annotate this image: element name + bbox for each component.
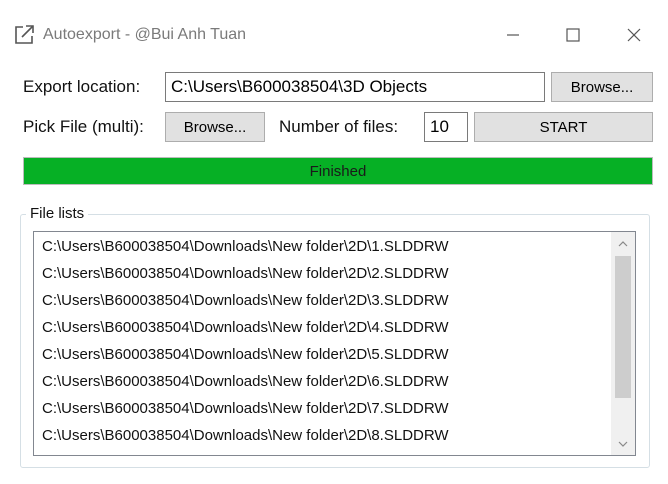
number-of-files-field[interactable]: 10 <box>424 112 468 142</box>
scrollbar-thumb[interactable] <box>615 256 631 398</box>
close-button[interactable] <box>614 18 654 52</box>
list-item[interactable]: C:\Users\B600038504\Downloads\New folder… <box>42 341 449 368</box>
scroll-up-button[interactable] <box>611 232 635 254</box>
list-item[interactable]: C:\Users\B600038504\Downloads\New folder… <box>42 422 449 449</box>
scroll-down-button[interactable] <box>611 433 635 455</box>
progress-text: Finished <box>309 162 367 180</box>
maximize-button[interactable] <box>553 18 593 52</box>
file-list-title: File lists <box>26 205 89 222</box>
close-icon <box>627 28 641 42</box>
list-item[interactable]: C:\Users\B600038504\Downloads\New folder… <box>42 314 449 341</box>
pick-file-label: Pick File (multi): <box>23 117 144 136</box>
maximize-icon <box>566 28 580 42</box>
list-item[interactable]: C:\Users\B600038504\Downloads\New folder… <box>42 233 449 260</box>
chevron-up-icon <box>618 234 628 252</box>
list-item[interactable]: C:\Users\B600038504\Downloads\New folder… <box>42 260 449 287</box>
minimize-icon <box>506 28 520 42</box>
number-of-files-label: Number of files: <box>279 117 399 136</box>
minimize-button[interactable] <box>493 18 533 52</box>
window-title: Autoexport - @Bui Anh Tuan <box>43 26 247 43</box>
export-browse-button[interactable]: Browse... <box>551 72 653 102</box>
file-listbox[interactable]: C:\Users\B600038504\Downloads\New folder… <box>33 231 636 456</box>
export-location-field[interactable]: C:\Users\B600038504\3D Objects <box>165 72 545 102</box>
progress-bar: Finished <box>23 157 653 185</box>
export-icon <box>13 24 35 46</box>
list-item[interactable]: C:\Users\B600038504\Downloads\New folder… <box>42 368 449 395</box>
pick-file-browse-button[interactable]: Browse... <box>165 112 265 142</box>
start-button[interactable]: START <box>474 112 653 142</box>
title-bar[interactable]: Autoexport - @Bui Anh Tuan <box>0 0 668 72</box>
list-item[interactable]: C:\Users\B600038504\Downloads\New folder… <box>42 287 449 314</box>
export-location-label: Export location: <box>23 77 141 96</box>
list-item[interactable]: C:\Users\B600038504\Downloads\New folder… <box>42 395 449 422</box>
chevron-down-icon <box>618 435 628 453</box>
vertical-scrollbar[interactable] <box>611 232 635 455</box>
